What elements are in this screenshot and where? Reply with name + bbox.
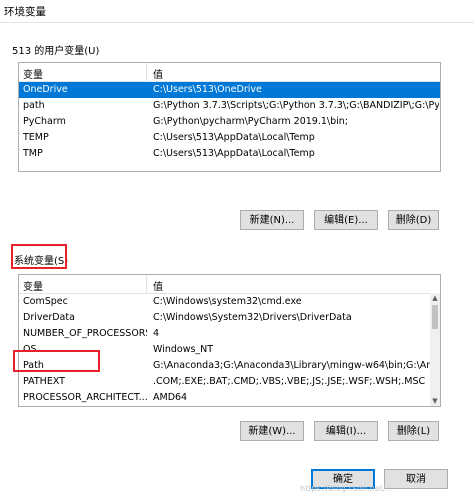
variable-name: OneDrive xyxy=(23,84,68,95)
variable-name: PROCESSOR_ARCHITECT... xyxy=(23,392,147,403)
variable-value: AMD64 xyxy=(153,392,188,403)
user-list-header: 变量 值 xyxy=(19,63,440,82)
system-delete-button[interactable]: 删除(L) xyxy=(388,421,439,441)
table-row[interactable]: ComSpec C:\Windows\system32\cmd.exe xyxy=(19,294,440,310)
vertical-scrollbar[interactable]: ▲ ▼ xyxy=(430,293,440,406)
variable-value: C:\Windows\system32\cmd.exe xyxy=(153,296,302,307)
variable-value: C:\Windows\System32\Drivers\DriverData xyxy=(153,312,352,323)
highlight-box-system-label xyxy=(11,244,67,269)
user-edit-button[interactable]: 编辑(E)... xyxy=(314,210,378,230)
variable-value: G:\Anaconda3;G:\Anaconda3\Library\mingw-… xyxy=(153,360,439,371)
table-row[interactable]: TMP C:\Users\513\AppData\Local\Temp xyxy=(19,146,440,162)
variable-value: C:\Users\513\OneDrive xyxy=(153,84,262,95)
column-header-variable[interactable]: 变量 xyxy=(23,278,43,293)
system-list-header: 变量 值 xyxy=(19,275,440,294)
table-row[interactable]: PATHEXT .COM;.EXE;.BAT;.CMD;.VBS;.VBE;.J… xyxy=(19,374,440,390)
table-row[interactable]: NUMBER_OF_PROCESSORS 4 xyxy=(19,326,440,342)
table-row[interactable]: path G:\Python 3.7.3\Scripts\;G:\Python … xyxy=(19,98,440,114)
variable-value: G:\Python\pycharm\PyCharm 2019.1\bin; xyxy=(153,116,348,127)
variable-name: ComSpec xyxy=(23,296,68,307)
scroll-up-arrow-icon[interactable]: ▲ xyxy=(430,293,440,303)
system-new-button[interactable]: 新建(W)... xyxy=(240,421,304,441)
user-variables-list[interactable]: 变量 值 OneDrive C:\Users\513\OneDrive path… xyxy=(18,62,441,172)
system-edit-button[interactable]: 编辑(I)... xyxy=(314,421,378,441)
variable-value: .COM;.EXE;.BAT;.CMD;.VBS;.VBE;.JS;.JSE;.… xyxy=(153,376,426,387)
watermark-text: https://blog.csdn.net/... xyxy=(300,484,394,493)
variable-value: C:\Users\513\AppData\Local\Temp xyxy=(153,148,315,159)
window-title: 环境变量 xyxy=(4,6,46,18)
variable-name: PATHEXT xyxy=(23,376,65,387)
variable-name: PyCharm xyxy=(23,116,66,127)
user-delete-button[interactable]: 删除(D) xyxy=(388,210,439,230)
cancel-button[interactable]: 取消 xyxy=(384,469,448,489)
variable-value: 4 xyxy=(153,328,160,339)
table-row[interactable]: DriverData C:\Windows\System32\Drivers\D… xyxy=(19,310,440,326)
table-row[interactable]: TEMP C:\Users\513\AppData\Local\Temp xyxy=(19,130,440,146)
column-header-value[interactable]: 值 xyxy=(153,278,163,293)
title-bar: 环境变量 xyxy=(0,0,474,23)
variable-name: NUMBER_OF_PROCESSORS xyxy=(23,328,147,339)
variable-name: DriverData xyxy=(23,312,75,323)
variable-name: path xyxy=(23,100,45,111)
variable-name: TMP xyxy=(23,148,43,159)
system-variables-list[interactable]: 变量 值 ComSpec C:\Windows\system32\cmd.exe… xyxy=(18,274,441,407)
table-row[interactable]: PyCharm G:\Python\pycharm\PyCharm 2019.1… xyxy=(19,114,440,130)
user-variables-label: 513 的用户变量(U) xyxy=(12,46,100,57)
variable-name: TEMP xyxy=(23,132,49,143)
scrollbar-thumb[interactable] xyxy=(432,305,438,329)
column-header-value[interactable]: 值 xyxy=(153,66,163,81)
user-new-button[interactable]: 新建(N)... xyxy=(240,210,304,230)
scroll-down-arrow-icon[interactable]: ▼ xyxy=(430,396,440,406)
column-header-variable[interactable]: 变量 xyxy=(23,66,43,81)
variable-value: G:\Python 3.7.3\Scripts\;G:\Python 3.7.3… xyxy=(153,100,439,111)
table-row[interactable]: OneDrive C:\Users\513\OneDrive xyxy=(19,82,440,98)
table-row[interactable]: PROCESSOR_ARCHITECT... AMD64 xyxy=(19,390,440,406)
variable-value: C:\Users\513\AppData\Local\Temp xyxy=(153,132,315,143)
variable-value: Windows_NT xyxy=(153,344,214,355)
highlight-box-path-row xyxy=(13,350,100,372)
